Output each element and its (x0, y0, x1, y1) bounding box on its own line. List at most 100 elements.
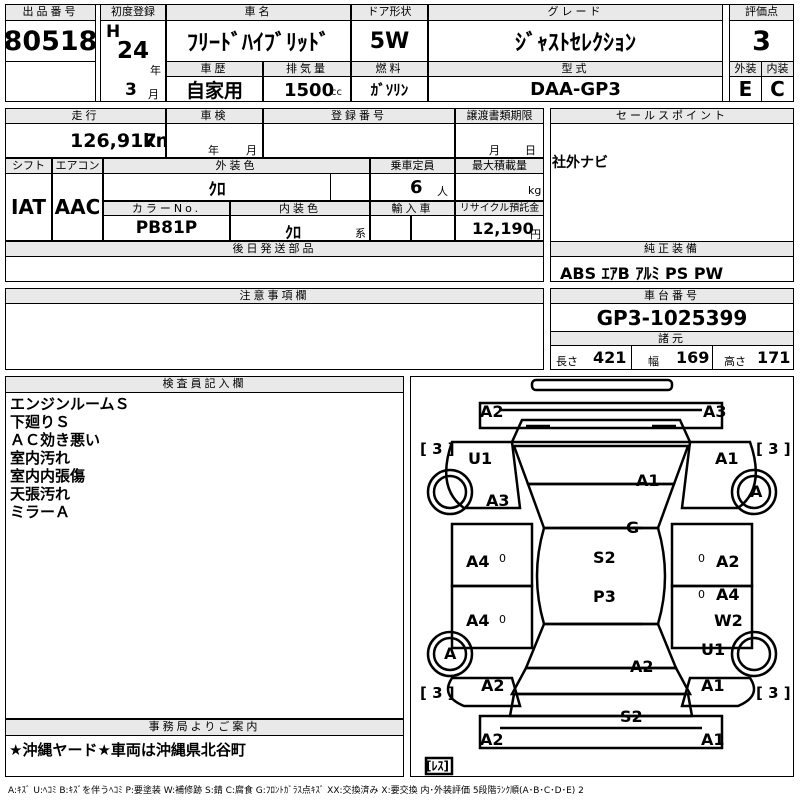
chassis-number: GP3-1025399 (596, 305, 748, 330)
int-grade: C (761, 76, 794, 102)
door-type: 5W (351, 20, 428, 62)
shift-header: シフト (5, 158, 52, 174)
sales-point-text: 社外ナビ (552, 155, 608, 171)
legend: A:ｷｽﾞ U:ﾍｺﾐ B:ｷｽﾞを伴うﾍｺﾐ P:要塗装 W:補修跡 S:錆 … (8, 786, 584, 796)
damage-mark-roof-front: S2 (593, 548, 616, 567)
equipment: ABS ｴｱB ｱﾙﾐ PS PW (560, 264, 724, 283)
load-unit: kg (528, 184, 542, 197)
reg-number-cell (263, 123, 455, 158)
color-no: PB81P (103, 215, 230, 241)
tire-rr-tread: [ 3 ] (756, 684, 791, 702)
office-header: 事務局よりご案内 (5, 719, 404, 736)
first-reg-header: 初度登録 (100, 4, 166, 21)
mileage-header: 走行 (5, 108, 166, 124)
inspector-line: ＡＣ効き悪い (10, 431, 101, 449)
fuel: ｶﾞｿﾘﾝ (351, 76, 428, 102)
damage-mark-rear-left-wheel: A (444, 644, 457, 663)
damage-mark-right-rear-door: A4 (716, 585, 740, 604)
damage-mark-right-rear-door-w: W2 (714, 611, 743, 630)
dims-header: 諸元 (550, 331, 794, 346)
inspection-header: 車検 (166, 108, 263, 124)
door-zero-marker: 0 (698, 552, 705, 565)
shift: IAT (5, 173, 52, 241)
tire-rl-tread: [ 3 ] (420, 684, 455, 702)
month-unit: 月 (148, 88, 159, 101)
width: 169 (676, 348, 710, 367)
int-color-unit: 系 (355, 227, 366, 240)
recycle-header: リサイクル預託金 (455, 201, 544, 216)
damage-mark-rear-bumper-center: S2 (620, 707, 643, 726)
damage-mark-right-front-door: A2 (716, 552, 740, 571)
recycle: 12,190 (472, 219, 534, 238)
reg-number-header: 登録番号 (263, 108, 455, 124)
damage-mark-rear-left-fender: A2 (481, 676, 505, 695)
displacement: 1500 (284, 80, 335, 101)
reg-year: 24 (117, 38, 150, 64)
damage-mark-front-left-fender: U1 (468, 449, 492, 468)
year-unit: 年 (150, 64, 161, 77)
capacity: 6 (410, 177, 423, 198)
height: 171 (757, 348, 791, 367)
displacement-unit: cc (331, 87, 342, 98)
tire-fr-tread: [ 3 ] (756, 440, 791, 458)
history-header: 車歴 (166, 61, 263, 77)
transfer-month-unit: 月 (489, 144, 500, 157)
damage-mark-rear-glass: A2 (630, 657, 654, 676)
transfer-header: 譲渡書類期限 (455, 108, 544, 124)
damage-mark-rear-right-fender: U1 (701, 640, 725, 659)
spare-tire: [ﾚｽ] (426, 759, 449, 773)
grade-header: グレード (428, 4, 723, 21)
notes-header: 注意事項欄 (5, 288, 544, 304)
inspector-line: 室内内張傷 (10, 467, 86, 485)
damage-mark-roof-rear: P3 (593, 587, 616, 606)
displacement-header: 排気量 (263, 61, 351, 77)
car-name: ﾌﾘｰﾄﾞﾊｲﾌﾞﾘｯﾄﾞ (166, 20, 351, 62)
damage-mark-rear-right-fender-low: A1 (701, 676, 725, 695)
equipment-header: 純正装備 (550, 241, 794, 257)
damage-mark-windshield: G (626, 518, 639, 537)
insp-month-unit: 月 (246, 144, 257, 157)
import-header: 輸入車 (370, 201, 455, 216)
ac: AAC (52, 173, 103, 241)
length-label: 長さ (556, 355, 578, 368)
ext-grade: E (729, 76, 762, 102)
inspector-header: 検査員記入欄 (5, 376, 404, 393)
import-divider (410, 215, 412, 241)
load-header: 最大積載量 (455, 158, 544, 174)
score: 3 (729, 20, 794, 62)
ac-header: エアコン (52, 158, 103, 174)
history: 自家用 (166, 76, 263, 102)
damage-mark-front-left-corner: A2 (480, 402, 504, 421)
damage-mark-front-right-fender: A1 (715, 449, 739, 468)
height-label: 高さ (724, 355, 746, 368)
ext-color: ｸﾛ (103, 173, 331, 201)
inspector-notes: エンジンルームＳ 下廻りＳ ＡＣ効き悪い 室内汚れ 室内内張傷 天張汚れ ミラー… (10, 395, 130, 521)
reg-month: 3 (125, 80, 137, 100)
inspector-line: ミラーＡ (10, 503, 71, 521)
damage-mark-left-rear-door: A4 (466, 611, 490, 630)
damage-mark-left-front-door-upper: A3 (486, 491, 510, 510)
inspector-line: 室内汚れ (10, 449, 71, 467)
import-cell (370, 215, 455, 241)
chassis-header: 車台番号 (550, 288, 794, 304)
door-zero-marker: 0 (499, 552, 506, 565)
door-zero-marker: 0 (698, 588, 705, 601)
damage-mark-front-right-corner: A3 (703, 402, 727, 421)
color-no-header: カラーNo. (103, 201, 230, 216)
score-header: 評価点 (729, 4, 794, 21)
office-text: ★沖縄ヤード★車両は沖縄県北谷町 (9, 741, 246, 759)
lot-number: 80518 (5, 20, 96, 62)
ext-color-extra (330, 173, 370, 201)
capacity-unit: 人 (437, 185, 448, 198)
later-parts-header: 後日発送部品 (5, 241, 544, 257)
transfer-day-unit: 日 (525, 144, 536, 157)
recycle-unit: 円 (530, 228, 541, 241)
model: DAA-GP3 (428, 76, 723, 102)
car-damage-diagram: [ 3 ] [ 3 ] [ 3 ] [ 3 ] [ﾚｽ] 0 0 0 0 A2 A… (420, 378, 791, 776)
int-color: ｸﾛ (285, 223, 302, 242)
lot-blank (5, 61, 96, 102)
damage-mark-left-front-door: A4 (466, 552, 490, 571)
model-header: 型式 (428, 61, 723, 77)
ext-color-header: 外装色 (103, 158, 370, 174)
inspector-line: エンジンルームＳ (10, 395, 130, 413)
